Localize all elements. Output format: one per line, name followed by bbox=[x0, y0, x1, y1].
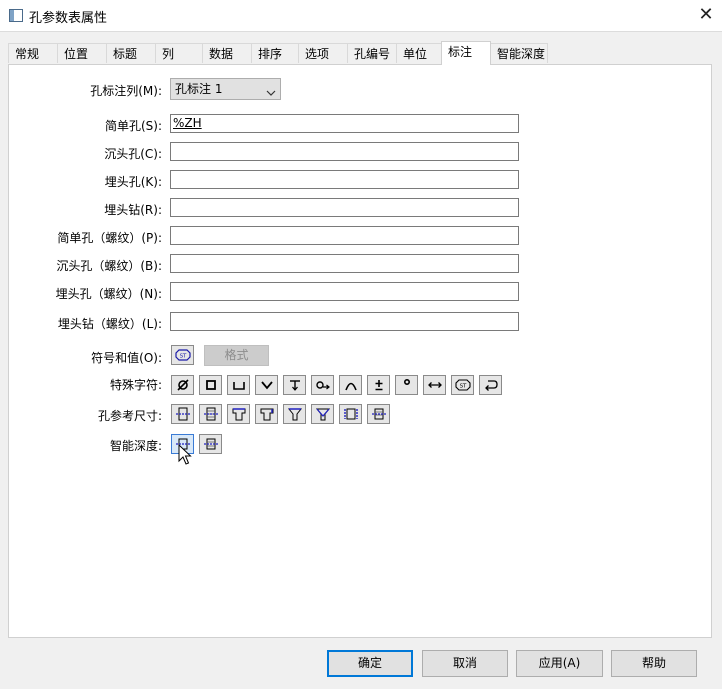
annotation-column-label: 孔标注列(M): bbox=[90, 84, 162, 98]
smart-depth-label: 智能深度: bbox=[109, 439, 162, 453]
special-chars-label: 特殊字符: bbox=[109, 378, 162, 392]
countersink-icon[interactable] bbox=[255, 375, 278, 395]
smart-depth-thread-icon[interactable] bbox=[199, 434, 222, 454]
arc-length-icon[interactable] bbox=[339, 375, 362, 395]
tab-label: 常规 bbox=[15, 47, 40, 61]
hole-diameter-icon[interactable] bbox=[171, 404, 194, 424]
tab-position[interactable]: 位置 bbox=[57, 43, 107, 63]
counterbore-hole-field[interactable] bbox=[170, 142, 519, 161]
st-symbol-icon[interactable]: ST bbox=[171, 345, 194, 365]
annotation-column-value: 孔标注 1 bbox=[175, 82, 223, 96]
depth-icon[interactable] bbox=[283, 375, 306, 395]
symbols-values-label: 符号和值(O): bbox=[91, 351, 162, 365]
app-icon bbox=[9, 9, 23, 22]
tab-general[interactable]: 常规 bbox=[8, 43, 58, 63]
chevron-down-icon bbox=[266, 84, 276, 104]
tab-label: 孔编号 bbox=[354, 47, 391, 61]
tab-label: 位置 bbox=[64, 47, 89, 61]
tab-label: 数据 bbox=[209, 47, 234, 61]
countersink-angle-icon[interactable] bbox=[311, 404, 334, 424]
thread-depth-icon[interactable] bbox=[367, 404, 390, 424]
simple-hole-field[interactable]: %ZH bbox=[170, 114, 519, 133]
countersink-diameter-icon[interactable] bbox=[283, 404, 306, 424]
counterbore-hole-label: 沉头孔(C): bbox=[104, 147, 162, 161]
countersink-drill-thread-label: 埋头钻（螺纹）(L): bbox=[57, 317, 162, 331]
svg-text:ST: ST bbox=[179, 353, 186, 359]
cancel-button[interactable]: 取消 bbox=[422, 650, 508, 677]
degree-icon[interactable] bbox=[395, 375, 418, 395]
countersink-drill-thread-field[interactable] bbox=[170, 312, 519, 331]
spotface-icon[interactable] bbox=[311, 375, 334, 395]
help-button[interactable]: 帮助 bbox=[611, 650, 697, 677]
st-symbol-icon[interactable]: ST bbox=[451, 375, 474, 395]
counterbore-diameter-icon[interactable] bbox=[227, 404, 250, 424]
tab-data[interactable]: 数据 bbox=[202, 43, 252, 63]
ok-button[interactable]: 确定 bbox=[327, 650, 413, 677]
tab-label: 列 bbox=[162, 47, 175, 61]
counterbore-thread-field[interactable] bbox=[170, 254, 519, 273]
counterbore-thread-label: 沉头孔（螺纹）(B): bbox=[56, 259, 162, 273]
title-bar: 孔参数表属性 ✕ bbox=[0, 0, 722, 32]
hole-depth-icon[interactable] bbox=[339, 404, 362, 424]
simple-hole-label: 简单孔(S): bbox=[104, 119, 162, 133]
tab-annotation[interactable]: 标注 bbox=[441, 41, 491, 65]
counterbore-icon[interactable] bbox=[227, 375, 250, 395]
tab-label: 排序 bbox=[258, 47, 283, 61]
plus-minus-icon[interactable] bbox=[367, 375, 390, 395]
svg-text:ST: ST bbox=[459, 383, 466, 389]
tab-label: 标题 bbox=[113, 47, 138, 61]
square-icon[interactable] bbox=[199, 375, 222, 395]
arrow-both-icon[interactable] bbox=[423, 375, 446, 395]
window-title: 孔参数表属性 bbox=[29, 11, 108, 26]
countersink-drill-label: 埋头钻(R): bbox=[104, 203, 162, 217]
countersink-hole-label: 埋头孔(K): bbox=[104, 175, 162, 189]
format-button[interactable]: 格式 bbox=[204, 345, 269, 366]
tab-hole-number[interactable]: 孔编号 bbox=[347, 43, 397, 63]
tab-sort[interactable]: 排序 bbox=[251, 43, 301, 63]
countersink-thread-field[interactable] bbox=[170, 282, 519, 301]
tab-units[interactable]: 单位 bbox=[396, 43, 446, 63]
countersink-drill-field[interactable] bbox=[170, 198, 519, 217]
tab-title[interactable]: 标题 bbox=[106, 43, 156, 63]
diameter-icon[interactable] bbox=[171, 375, 194, 395]
tab-smart-depth[interactable]: 智能深度 bbox=[490, 43, 548, 63]
tab-label: 选项 bbox=[305, 47, 330, 61]
countersink-thread-label: 埋头孔（螺纹）(N): bbox=[55, 287, 162, 301]
countersink-hole-field[interactable] bbox=[170, 170, 519, 189]
tab-label: 单位 bbox=[403, 47, 428, 61]
simple-hole-value: %ZH bbox=[173, 116, 202, 130]
counterbore-depth-icon[interactable] bbox=[255, 404, 278, 424]
apply-button[interactable]: 应用(A) bbox=[516, 650, 603, 677]
close-icon[interactable]: ✕ bbox=[694, 3, 718, 27]
simple-hole-thread-label: 简单孔（螺纹）(P): bbox=[57, 231, 162, 245]
simple-hole-thread-field[interactable] bbox=[170, 226, 519, 245]
return-icon[interactable] bbox=[479, 375, 502, 395]
hole-thread-icon[interactable] bbox=[199, 404, 222, 424]
annotation-column-select[interactable]: 孔标注 1 bbox=[170, 78, 281, 100]
tab-label: 标注 bbox=[448, 45, 473, 59]
tab-options[interactable]: 选项 bbox=[298, 43, 348, 63]
tab-columns[interactable]: 列 bbox=[155, 43, 203, 63]
mouse-cursor-icon bbox=[178, 443, 192, 469]
tab-label: 智能深度 bbox=[497, 47, 546, 61]
hole-ref-dims-label: 孔参考尺寸: bbox=[97, 409, 162, 423]
